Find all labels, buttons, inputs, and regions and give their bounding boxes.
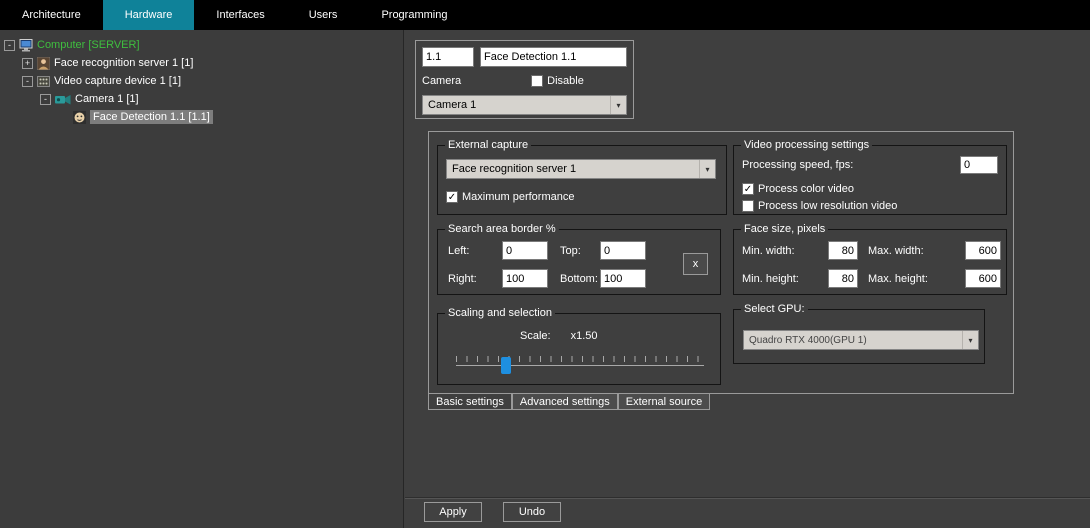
scale-value: x1.50 xyxy=(571,330,598,342)
max-width-input[interactable] xyxy=(965,241,1001,260)
reset-search-area-button[interactable]: x xyxy=(683,253,708,275)
tree-item-video-capture-device[interactable]: - Video capture device 1 [1] xyxy=(0,72,403,90)
settings-panel: Camera Disable Camera 1 ▾ External captu… xyxy=(405,30,1090,528)
tree-item-label: Camera 1 [1] xyxy=(75,93,139,105)
slider-ticks xyxy=(456,356,704,362)
min-height-label: Min. height: xyxy=(742,273,799,285)
tab-interfaces[interactable]: Interfaces xyxy=(194,0,286,30)
min-width-label: Min. width: xyxy=(742,245,795,257)
tree-item-face-detection[interactable]: Face Detection 1.1 [1.1] xyxy=(0,108,403,126)
tree-item-label: Face Detection 1.1 [1.1] xyxy=(90,110,213,124)
video-processing-group: Video processing settings Processing spe… xyxy=(733,145,1007,215)
max-height-input[interactable] xyxy=(965,269,1001,288)
scaling-group: Scaling and selection Scale: x1.50 xyxy=(437,313,721,385)
tab-external-source[interactable]: External source xyxy=(618,394,710,410)
slider-track xyxy=(456,365,704,366)
process-low-resolution-label: Process low resolution video xyxy=(758,200,897,212)
disable-checkbox[interactable] xyxy=(531,75,543,87)
group-title: Select GPU: xyxy=(741,303,808,316)
footer-divider xyxy=(405,497,1090,499)
disable-label: Disable xyxy=(547,75,584,87)
tab-basic-settings[interactable]: Basic settings xyxy=(428,394,512,410)
right-label: Right: xyxy=(448,273,477,285)
chevron-down-icon: ▾ xyxy=(610,96,626,114)
right-input[interactable] xyxy=(502,269,548,288)
left-label: Left: xyxy=(448,245,469,257)
slider-handle[interactable] xyxy=(501,357,511,374)
tree-item-label: Video capture device 1 [1] xyxy=(54,75,181,87)
top-label: Top: xyxy=(560,245,581,257)
camera-icon xyxy=(55,94,71,105)
camera-label: Camera xyxy=(422,75,461,87)
object-name-input[interactable] xyxy=(480,47,627,67)
camera-select-value: Camera 1 xyxy=(428,99,476,111)
left-input[interactable] xyxy=(502,241,548,260)
undo-button[interactable]: Undo xyxy=(503,502,561,522)
tree-item-camera[interactable]: - Camera 1 [1] xyxy=(0,90,403,108)
tree-expand-icon[interactable]: + xyxy=(22,58,33,69)
processing-speed-label: Processing speed, fps: xyxy=(742,159,853,171)
group-title: Video processing settings xyxy=(741,139,872,152)
group-title: Face size, pixels xyxy=(741,223,828,236)
object-header-box: Camera Disable Camera 1 ▾ xyxy=(415,40,634,119)
face-recognition-server-icon xyxy=(37,57,50,70)
scale-slider[interactable] xyxy=(456,352,704,376)
object-id-input[interactable] xyxy=(422,47,474,67)
top-input[interactable] xyxy=(600,241,646,260)
process-color-video-checkbox[interactable]: ✓ xyxy=(742,183,754,195)
recognition-server-select-value: Face recognition server 1 xyxy=(452,163,576,175)
recognition-server-select[interactable]: Face recognition server 1 ▾ xyxy=(446,159,716,179)
max-height-label: Max. height: xyxy=(868,273,928,285)
select-gpu-group: Select GPU: Quadro RTX 4000(GPU 1) ▾ xyxy=(733,309,985,364)
max-width-label: Max. width: xyxy=(868,245,924,257)
chevron-down-icon: ▾ xyxy=(962,331,978,349)
computer-icon xyxy=(19,39,33,52)
maximum-performance-checkbox[interactable]: ✓ xyxy=(446,191,458,203)
tab-programming[interactable]: Programming xyxy=(359,0,469,30)
settings-tab-bar: Basic settings Advanced settings Externa… xyxy=(428,394,710,410)
search-area-group: Search area border % Left: Top: Right: B… xyxy=(437,229,721,295)
top-menu-bar: Architecture Hardware Interfaces Users P… xyxy=(0,0,1090,30)
gpu-select[interactable]: Quadro RTX 4000(GPU 1) ▾ xyxy=(743,330,979,350)
tab-hardware[interactable]: Hardware xyxy=(103,0,195,30)
scale-label: Scale: xyxy=(520,330,551,342)
process-low-resolution-checkbox[interactable] xyxy=(742,200,754,212)
group-title: Scaling and selection xyxy=(445,307,555,320)
tree-collapse-icon[interactable]: - xyxy=(22,76,33,87)
process-color-video-label: Process color video xyxy=(758,183,854,195)
tab-architecture[interactable]: Architecture xyxy=(0,0,103,30)
gpu-select-value: Quadro RTX 4000(GPU 1) xyxy=(749,335,867,346)
tree-item-label: Face recognition server 1 [1] xyxy=(54,57,193,69)
hardware-tree-panel: - Computer [SERVER] + Face recognition s… xyxy=(0,30,404,528)
processing-speed-input[interactable] xyxy=(960,156,998,174)
tab-advanced-settings[interactable]: Advanced settings xyxy=(512,394,618,410)
tree-item-computer[interactable]: - Computer [SERVER] xyxy=(0,36,403,54)
external-capture-group: External capture Face recognition server… xyxy=(437,145,727,215)
group-title: Search area border % xyxy=(445,223,559,236)
tree-collapse-icon[interactable]: - xyxy=(4,40,15,51)
bottom-input[interactable] xyxy=(600,269,646,288)
footer-buttons: Apply Undo xyxy=(424,502,561,522)
video-capture-device-icon xyxy=(37,75,50,88)
tab-users[interactable]: Users xyxy=(287,0,360,30)
min-width-input[interactable] xyxy=(828,241,858,260)
basic-settings-page: External capture Face recognition server… xyxy=(428,131,1014,394)
maximum-performance-label: Maximum performance xyxy=(462,191,574,203)
face-size-group: Face size, pixels Min. width: Max. width… xyxy=(733,229,1007,295)
bottom-label: Bottom: xyxy=(560,273,598,285)
min-height-input[interactable] xyxy=(828,269,858,288)
group-title: External capture xyxy=(445,139,531,152)
camera-select[interactable]: Camera 1 ▾ xyxy=(422,95,627,115)
tree-collapse-icon[interactable]: - xyxy=(40,94,51,105)
tree-item-label: Computer [SERVER] xyxy=(37,39,140,51)
tree-item-face-recognition-server[interactable]: + Face recognition server 1 [1] xyxy=(0,54,403,72)
apply-button[interactable]: Apply xyxy=(424,502,482,522)
face-detection-icon xyxy=(73,111,86,124)
chevron-down-icon: ▾ xyxy=(699,160,715,178)
